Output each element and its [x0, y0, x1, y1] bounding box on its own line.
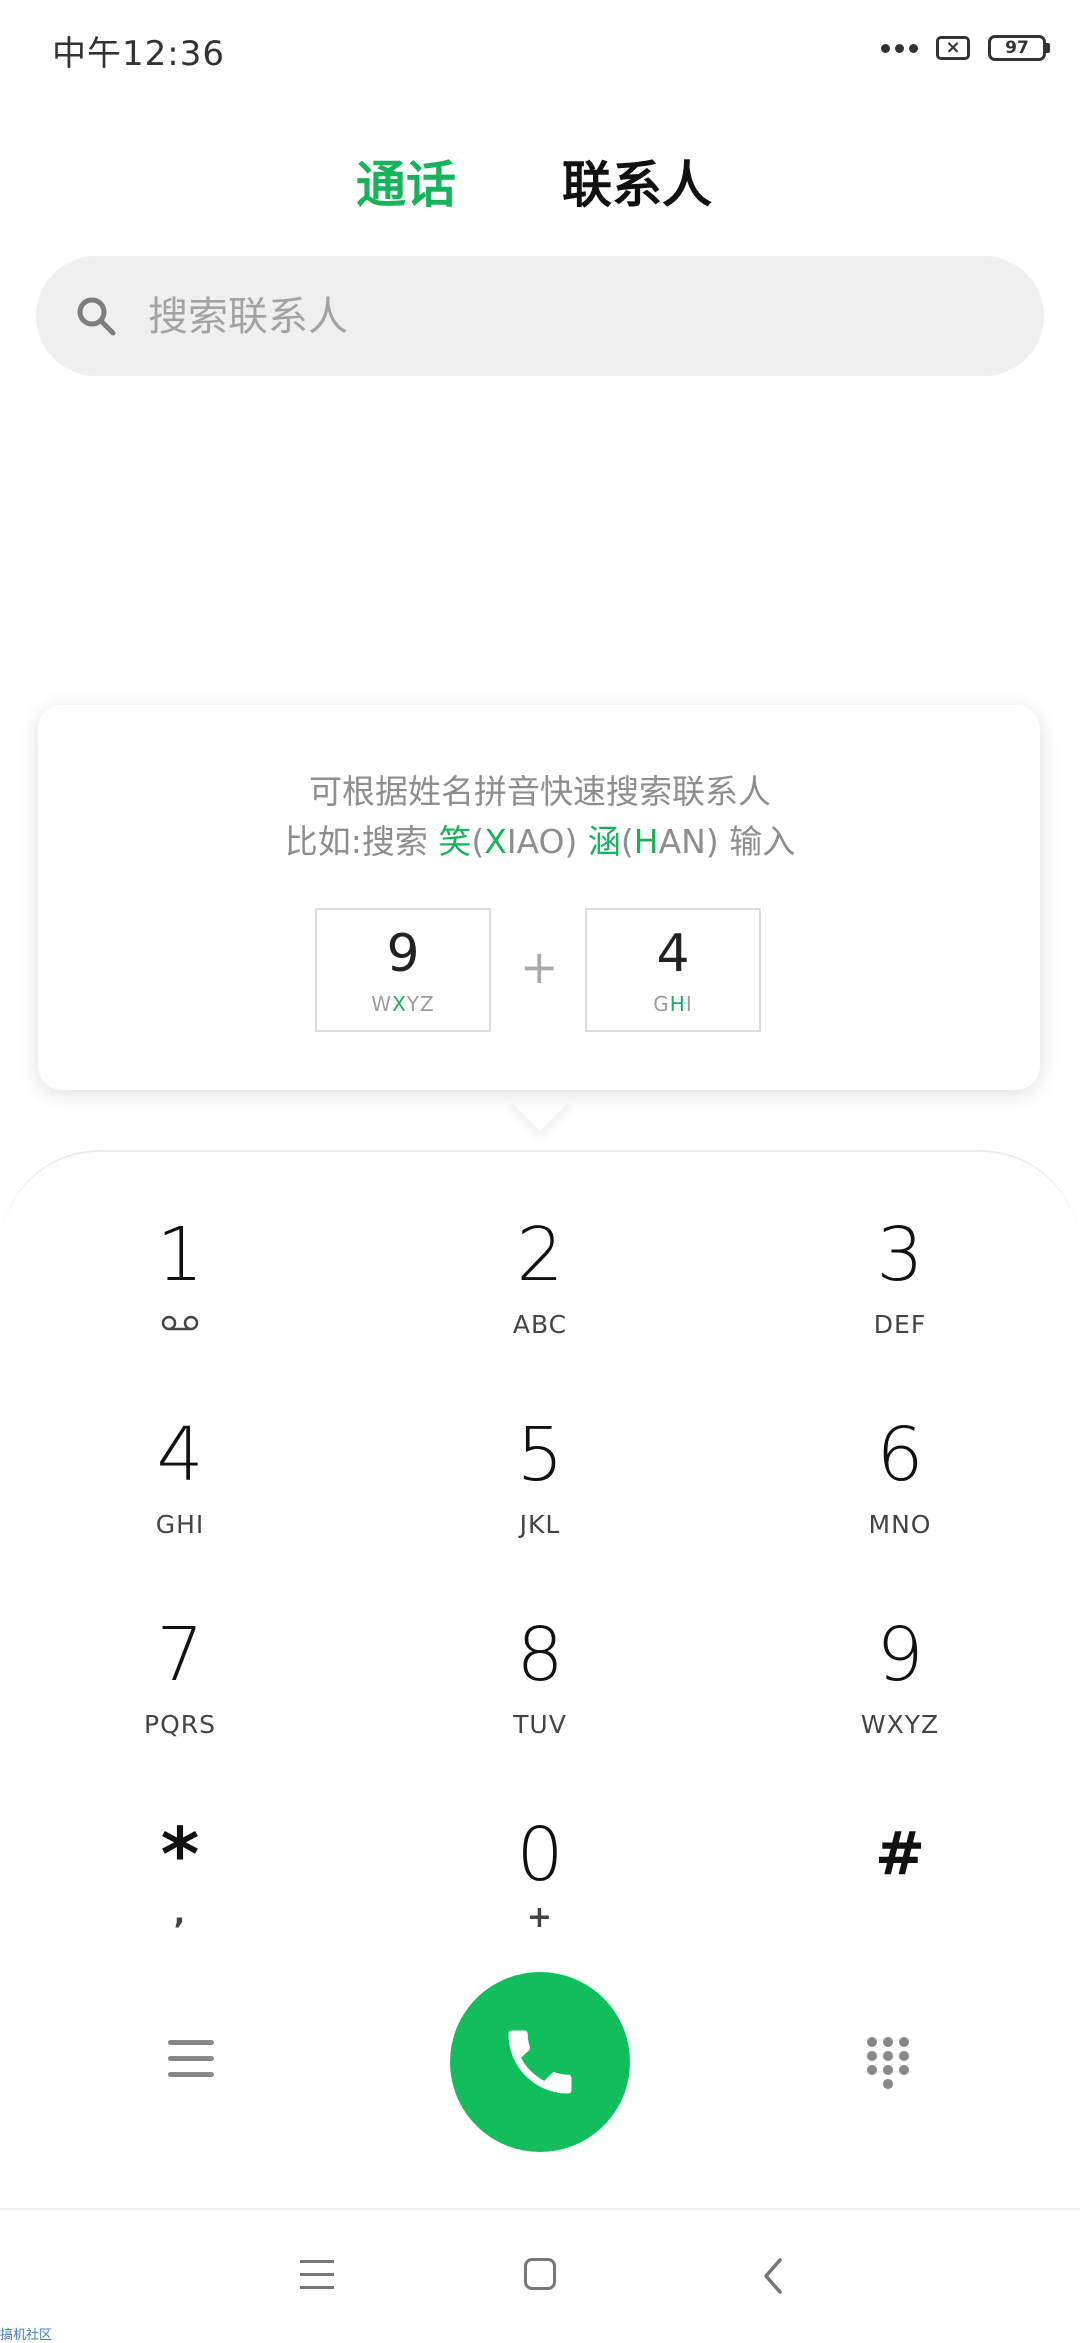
dial-key-8[interactable]: 8 TUV [430, 1618, 650, 1739]
nav-recents-icon[interactable] [300, 2260, 334, 2299]
example-key-4: 4 GHI [585, 908, 761, 1032]
dial-key-5[interactable]: 5 JKL [430, 1418, 650, 1539]
nav-back-icon[interactable] [760, 2256, 784, 2296]
dial-key-6[interactable]: 6 MNO [790, 1418, 1010, 1539]
phone-icon [508, 2030, 572, 2094]
plus-separator: + [520, 940, 559, 994]
tab-calls[interactable]: 通话 [356, 145, 456, 217]
voicemail-icon [161, 1315, 199, 1331]
menu-icon[interactable] [168, 2040, 214, 2080]
status-icons: × 97 [881, 28, 1050, 68]
dialpad-icon[interactable] [864, 2034, 912, 2094]
status-time: 中午12:36 [52, 34, 225, 74]
watermark: 搞机社区 [0, 2328, 53, 2343]
search-bar[interactable] [36, 256, 1044, 378]
search-icon [77, 297, 116, 336]
no-sim-icon: × [936, 36, 970, 60]
hint-line-2: 比如:搜索 笑(XIAO) 涵(HAN) 输入 [284, 822, 796, 861]
search-input[interactable] [146, 256, 1010, 378]
dial-key-star[interactable]: * , [70, 1818, 290, 1931]
pinyin-hint-card [38, 705, 1040, 1090]
more-dots-icon [881, 43, 918, 53]
call-button[interactable] [450, 1972, 630, 2152]
hint-line-1: 可根据姓名拼音快速搜索联系人 [309, 772, 771, 811]
dial-key-1[interactable]: 1 [70, 1218, 290, 1336]
dial-key-7[interactable]: 7 PQRS [70, 1618, 290, 1739]
dial-key-4[interactable]: 4 GHI [70, 1418, 290, 1539]
battery-level: 97 [988, 35, 1046, 61]
dial-key-2[interactable]: 2 ABC [430, 1218, 650, 1339]
dial-key-hash[interactable]: # [790, 1818, 1010, 1884]
dial-key-3[interactable]: 3 DEF [790, 1218, 1010, 1339]
nav-home-icon[interactable] [524, 2258, 556, 2290]
example-key-9: 9 WXYZ [315, 908, 491, 1032]
dial-key-0[interactable]: 0 + [430, 1818, 650, 1935]
battery-icon: 97 [988, 35, 1050, 61]
tab-contacts[interactable]: 联系人 [562, 145, 712, 217]
dial-key-9[interactable]: 9 WXYZ [790, 1618, 1010, 1739]
